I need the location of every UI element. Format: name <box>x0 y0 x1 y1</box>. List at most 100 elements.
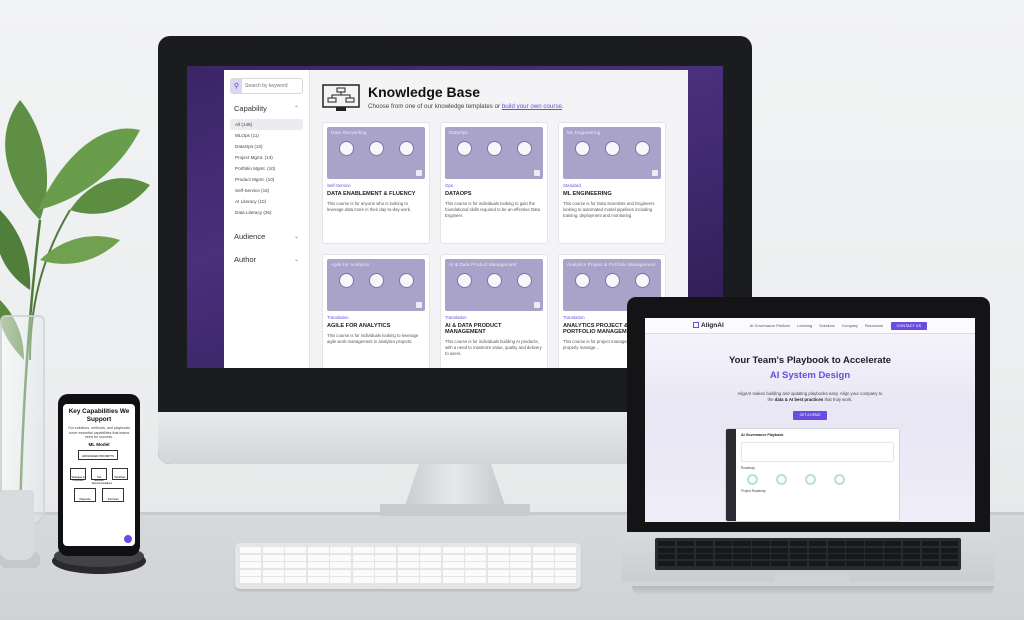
course-card[interactable]: Agile for Analytics Translation AGILE FO… <box>322 254 430 368</box>
succulent-pot <box>0 490 34 560</box>
key <box>352 562 374 568</box>
author-filter-header[interactable]: Author ⌄ <box>234 255 299 264</box>
key <box>352 569 374 576</box>
nav-link[interactable]: Learning <box>797 324 812 328</box>
laptop-key <box>902 560 921 566</box>
card-image-caption: Agile for Analytics <box>331 262 370 267</box>
illustration-icon <box>634 273 650 288</box>
laptop-key <box>658 547 676 553</box>
imac-stand-foot <box>380 504 530 516</box>
laptop-key <box>808 560 827 566</box>
expand-icon[interactable] <box>416 302 422 308</box>
laptop-key <box>827 547 845 553</box>
key <box>510 547 531 553</box>
preview-main: AI Governance Playbook Roadmap Project R… <box>736 429 899 521</box>
diagram-box: Strategies & Processes <box>70 467 86 482</box>
key <box>510 562 531 568</box>
nav-link[interactable]: Resources <box>865 324 883 328</box>
illustration-icon <box>486 141 502 156</box>
key <box>375 554 396 561</box>
key <box>307 569 329 576</box>
laptop-key <box>846 541 864 546</box>
page-header: Knowledge Base Choose from one of our kn… <box>322 84 678 112</box>
expand-icon[interactable] <box>416 170 422 176</box>
key <box>532 569 554 576</box>
nav-link[interactable]: AI Governance Platform <box>750 324 791 328</box>
diagram-box: ADVANCED PROMPTS <box>78 449 118 460</box>
laptop-key <box>884 560 902 566</box>
key <box>487 569 509 576</box>
audience-filter-header[interactable]: Audience ⌄ <box>234 232 299 241</box>
key <box>532 577 554 583</box>
key <box>487 577 509 583</box>
laptop-key <box>884 547 902 553</box>
illustration-icon <box>338 141 354 156</box>
build-course-link[interactable]: build your own course <box>502 103 562 110</box>
laptop-key <box>846 560 864 566</box>
laptop-key <box>658 560 676 566</box>
course-card[interactable]: DataOps Ops DATAOPS This course is for i… <box>440 122 548 244</box>
card-tag: Translation <box>327 315 349 320</box>
filter-item-mlops[interactable]: MLOps (11) <box>230 130 303 141</box>
nav-link[interactable]: Solutions <box>819 324 835 328</box>
laptop-key <box>695 541 714 546</box>
get-demo-button[interactable]: GET A DEMO <box>793 411 827 420</box>
card-description: This course is for individuals looking t… <box>327 333 419 344</box>
expand-icon[interactable] <box>534 170 540 176</box>
laptop-key <box>771 560 789 566</box>
key <box>420 547 441 553</box>
laptop-key <box>771 547 789 553</box>
key <box>510 569 531 576</box>
laptop-key <box>921 554 940 559</box>
search-input[interactable] <box>242 83 302 89</box>
course-card[interactable]: AI & Data Product Management Translation… <box>440 254 548 368</box>
filter-item-data-literacy[interactable]: Data Literacy (25) <box>230 207 303 218</box>
card-image-caption: AI & Data Product Management <box>449 262 517 267</box>
logo-icon <box>693 322 699 328</box>
filter-item-portfolio-mgmt[interactable]: Portfolio Mgmt. (10) <box>230 163 303 174</box>
illustration-icon <box>604 273 620 288</box>
filter-item-ai-literacy[interactable]: AI Literacy (10) <box>230 196 303 207</box>
filter-item-self-service[interactable]: Self-Service (15) <box>230 185 303 196</box>
key <box>240 554 261 561</box>
preview-label: Project Roadmap <box>741 489 766 493</box>
contact-button[interactable]: CONTACT US <box>890 321 927 330</box>
laptop-key <box>827 541 845 546</box>
key <box>465 554 486 561</box>
key <box>510 577 531 583</box>
nav-link[interactable]: Company <box>842 324 858 328</box>
filter-item-all[interactable]: All (148) <box>230 119 303 130</box>
card-tag: Self-Service <box>327 183 351 188</box>
chevron-up-icon: ⌃ <box>293 106 299 112</box>
chat-button[interactable] <box>124 535 132 543</box>
course-card[interactable]: ML Engineering Standard ML ENGINEERING T… <box>558 122 666 244</box>
site-logo[interactable]: AlignAI <box>693 322 724 329</box>
laptop-key <box>676 541 695 546</box>
laptop-key <box>789 541 808 546</box>
filter-item-project-mgmt[interactable]: Project Mgmt. (13) <box>230 152 303 163</box>
laptop-trackpad <box>775 573 849 587</box>
key <box>532 547 554 553</box>
illustration-icon <box>634 141 650 156</box>
key <box>352 547 374 553</box>
illustration-icon <box>604 141 620 156</box>
progress-ring <box>776 474 787 485</box>
expand-icon[interactable] <box>652 170 658 176</box>
laptop-key <box>714 560 732 566</box>
illustration-icon <box>516 273 532 288</box>
search-icon[interactable]: ⚲ <box>231 79 242 93</box>
course-card[interactable]: Data Storytelling Self-Service DATA ENAB… <box>322 122 430 244</box>
filter-item-dataops[interactable]: DataOps (10) <box>230 141 303 152</box>
card-image-caption: ML Engineering <box>567 130 601 135</box>
laptop-key <box>771 541 789 546</box>
filter-item-product-mgmt[interactable]: Product Mgmt. (10) <box>230 174 303 185</box>
expand-icon[interactable] <box>534 302 540 308</box>
key <box>307 554 329 561</box>
laptop-key <box>921 547 940 553</box>
search-box[interactable]: ⚲ <box>230 78 303 94</box>
key <box>285 569 306 576</box>
capability-filter-header[interactable]: Capability ⌃ <box>234 104 299 113</box>
app-preview: AI Governance Playbook Roadmap Project R… <box>725 428 900 522</box>
laptop-key <box>789 547 808 553</box>
key <box>465 562 486 568</box>
